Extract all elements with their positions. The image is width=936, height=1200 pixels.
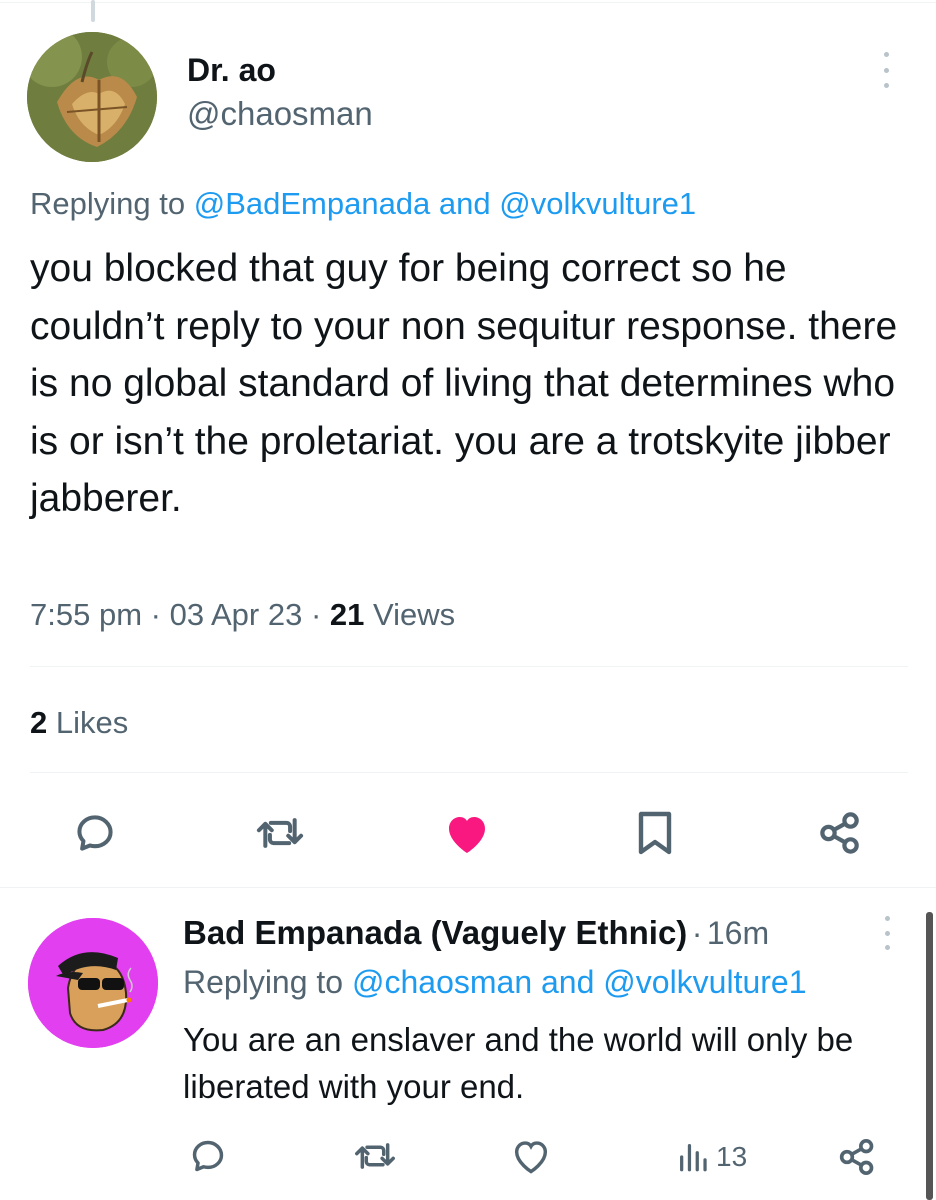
mention-link[interactable]: @volkvulture1 bbox=[603, 964, 806, 1000]
author-handle[interactable]: @chaosman bbox=[187, 95, 373, 133]
views-count: 21 bbox=[329, 597, 365, 632]
reply-icon bbox=[77, 815, 113, 851]
tweet-date[interactable]: 03 Apr 23 bbox=[170, 597, 303, 632]
share-button[interactable] bbox=[814, 806, 866, 860]
meta-separator: · bbox=[691, 915, 703, 951]
reply-button[interactable] bbox=[186, 1134, 230, 1178]
scrollbar[interactable] bbox=[926, 912, 933, 1200]
like-button[interactable] bbox=[440, 808, 494, 858]
author-avatar[interactable] bbox=[27, 32, 157, 162]
avatar-plant-image bbox=[27, 32, 157, 162]
tweet-time[interactable]: 7:55 pm bbox=[30, 597, 142, 632]
bookmark-icon bbox=[638, 811, 672, 855]
meta-separator: · bbox=[150, 597, 161, 632]
likes-stat[interactable]: 2 Likes bbox=[30, 705, 128, 741]
views-label: Views bbox=[373, 597, 456, 632]
divider bbox=[30, 772, 908, 773]
like-icon-filled bbox=[449, 817, 485, 853]
mention-link[interactable]: @volkvulture1 bbox=[499, 186, 696, 221]
bookmark-button[interactable] bbox=[630, 806, 680, 860]
reply-button[interactable] bbox=[70, 808, 120, 858]
reply-header: Bad Empanada (Vaguely Ethnic) · 16m bbox=[183, 914, 769, 952]
retweet-icon bbox=[355, 1143, 395, 1169]
tweet-text: you blocked that guy for being correct s… bbox=[30, 247, 898, 520]
replying-and: and bbox=[438, 186, 491, 221]
share-icon bbox=[820, 812, 859, 854]
retweet-button[interactable] bbox=[350, 1134, 400, 1178]
replying-prefix: Replying to bbox=[30, 186, 186, 221]
avatar-cartoon-image bbox=[28, 918, 158, 1048]
mention-link[interactable]: @BadEmpanada bbox=[194, 186, 431, 221]
meta-separator: · bbox=[310, 597, 322, 632]
views-icon bbox=[680, 1144, 707, 1172]
like-button[interactable] bbox=[508, 1134, 554, 1178]
reply-time[interactable]: 16m bbox=[707, 915, 769, 951]
share-button[interactable] bbox=[834, 1134, 880, 1180]
more-options-icon[interactable] bbox=[879, 52, 893, 88]
reply-author-avatar[interactable] bbox=[28, 918, 158, 1048]
share-icon bbox=[839, 1138, 874, 1176]
author-name[interactable]: Dr. ao bbox=[187, 52, 276, 89]
mention-link[interactable]: @chaosman bbox=[352, 964, 532, 1000]
more-options-icon[interactable] bbox=[880, 916, 894, 950]
replying-prefix: Replying to bbox=[183, 964, 344, 1000]
tweet-meta: 7:55 pm · 03 Apr 23 · 21 Views bbox=[30, 597, 455, 633]
divider bbox=[30, 666, 908, 667]
tweet-divider bbox=[0, 887, 936, 888]
thread-line bbox=[91, 0, 95, 22]
reply-text: You are an enslaver and the world will o… bbox=[183, 1021, 854, 1105]
views-button[interactable]: 13 bbox=[676, 1136, 766, 1178]
replying-to-line: Replying to @chaosman and @volkvulture1 bbox=[183, 964, 807, 1001]
replying-to-line: Replying to @BadEmpanada and @volkvultur… bbox=[30, 186, 696, 222]
reply-author-name[interactable]: Bad Empanada (Vaguely Ethnic) bbox=[183, 914, 687, 951]
top-divider bbox=[0, 2, 936, 3]
replying-and: and bbox=[541, 964, 595, 1000]
retweet-icon bbox=[256, 818, 304, 848]
retweet-button[interactable] bbox=[250, 808, 310, 858]
likes-count: 2 bbox=[30, 705, 48, 740]
reply-icon bbox=[192, 1140, 224, 1172]
like-icon bbox=[514, 1141, 548, 1174]
likes-label: Likes bbox=[55, 705, 129, 740]
reply-views-count: 13 bbox=[716, 1141, 748, 1172]
